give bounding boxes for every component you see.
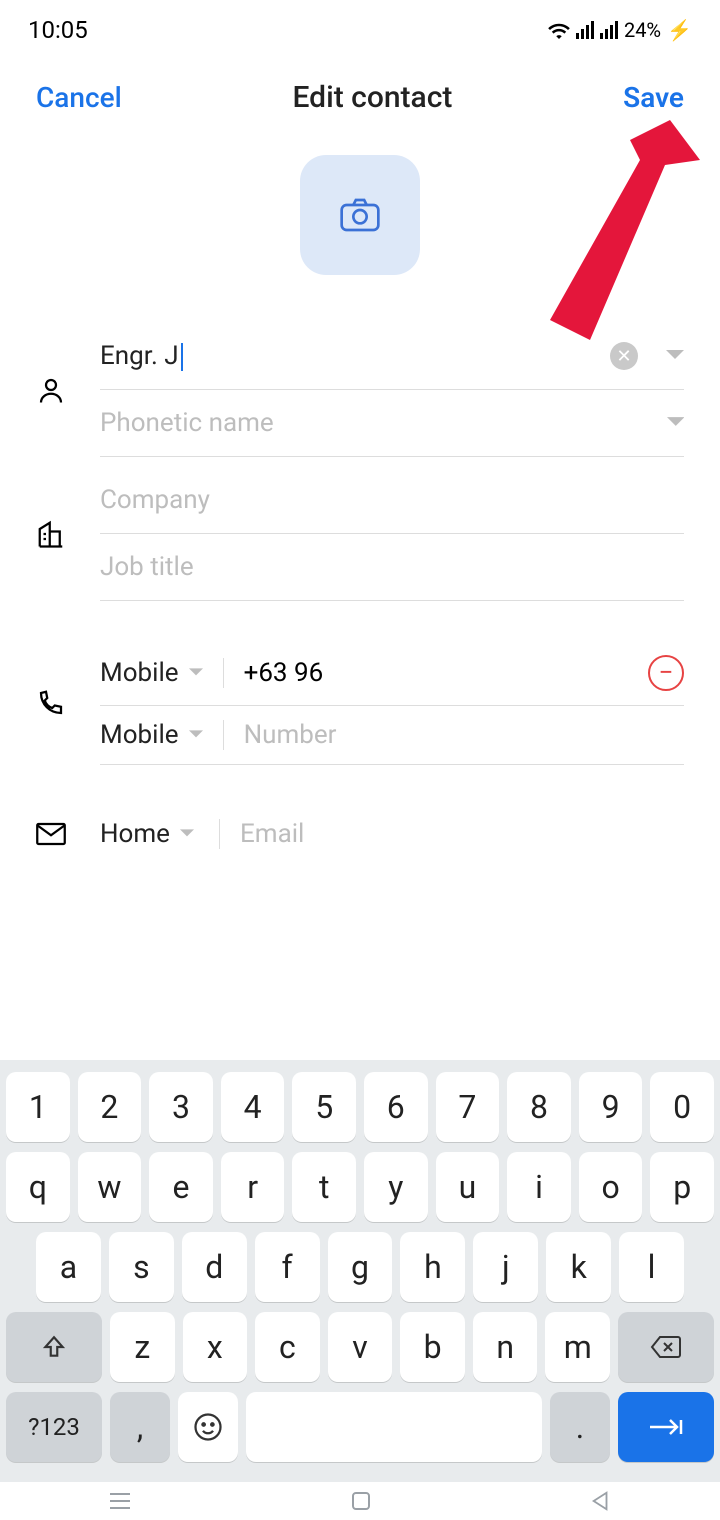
company-field[interactable] [100, 485, 684, 515]
key-4[interactable]: 4 [221, 1072, 285, 1142]
phone-type-selector[interactable]: Mobile [100, 658, 224, 688]
header: Cancel Edit contact Save [0, 60, 720, 155]
key-3[interactable]: 3 [149, 1072, 213, 1142]
contact-photo-button[interactable] [300, 155, 420, 275]
key-t[interactable]: t [292, 1152, 356, 1222]
job-title-input[interactable] [100, 534, 684, 601]
wifi-icon [548, 21, 570, 39]
status-indicators: 24% ⚡ [548, 18, 692, 42]
symbols-key[interactable]: ?123 [6, 1392, 102, 1462]
email-type-selector[interactable]: Home [100, 819, 220, 849]
chevron-down-icon[interactable] [666, 350, 684, 362]
shift-icon [41, 1334, 67, 1360]
home-button[interactable] [349, 1489, 373, 1513]
phone-number-input[interactable] [244, 658, 648, 688]
key-d[interactable]: d [182, 1232, 247, 1302]
name-value: Engr. J [100, 341, 179, 371]
signal-icon-2 [600, 21, 618, 39]
cancel-button[interactable]: Cancel [36, 81, 122, 114]
next-icon [648, 1417, 684, 1437]
key-0[interactable]: 0 [650, 1072, 714, 1142]
remove-phone-button[interactable]: − [648, 655, 684, 691]
phone-row-2: Mobile [100, 706, 684, 765]
android-navbar [0, 1482, 720, 1520]
emoji-key[interactable] [178, 1392, 238, 1462]
key-6[interactable]: 6 [364, 1072, 428, 1142]
page-title: Edit contact [293, 80, 453, 115]
period-key[interactable]: . [550, 1392, 610, 1462]
save-button[interactable]: Save [623, 81, 684, 114]
key-r[interactable]: r [221, 1152, 285, 1222]
enter-key[interactable] [618, 1392, 714, 1462]
back-button[interactable] [590, 1490, 612, 1512]
key-a[interactable]: a [36, 1232, 101, 1302]
key-o[interactable]: o [579, 1152, 643, 1222]
key-k[interactable]: k [546, 1232, 611, 1302]
text-cursor [181, 343, 183, 371]
camera-icon [340, 198, 380, 232]
key-c[interactable]: c [255, 1312, 320, 1382]
chevron-down-icon [180, 829, 194, 839]
key-s[interactable]: s [109, 1232, 174, 1302]
key-9[interactable]: 9 [579, 1072, 643, 1142]
status-bar: 10:05 24% ⚡ [0, 0, 720, 60]
recent-apps-button[interactable] [108, 1491, 132, 1511]
spacebar-key[interactable] [246, 1392, 542, 1462]
phone-type-selector[interactable]: Mobile [100, 720, 224, 750]
backspace-key[interactable] [618, 1312, 714, 1382]
phone-icon [36, 688, 66, 718]
key-7[interactable]: 7 [436, 1072, 500, 1142]
person-icon [36, 375, 66, 405]
status-time: 10:05 [28, 16, 88, 44]
company-input[interactable] [100, 467, 684, 534]
email-row: Home [100, 805, 684, 863]
emoji-icon [193, 1412, 223, 1442]
key-8[interactable]: 8 [507, 1072, 571, 1142]
shift-key[interactable] [6, 1312, 102, 1382]
charging-icon: ⚡ [667, 18, 692, 42]
key-l[interactable]: l [619, 1232, 684, 1302]
backspace-icon [650, 1335, 682, 1359]
key-u[interactable]: u [436, 1152, 500, 1222]
key-1[interactable]: 1 [6, 1072, 70, 1142]
job-title-field[interactable] [100, 552, 684, 582]
key-2[interactable]: 2 [78, 1072, 142, 1142]
chevron-down-icon[interactable] [667, 417, 684, 429]
building-icon [36, 519, 66, 549]
key-x[interactable]: x [183, 1312, 248, 1382]
email-icon [36, 822, 66, 846]
key-z[interactable]: z [110, 1312, 175, 1382]
key-v[interactable]: v [328, 1312, 393, 1382]
key-p[interactable]: p [650, 1152, 714, 1222]
phone-type-label: Mobile [100, 658, 179, 688]
email-input[interactable] [240, 819, 684, 849]
key-i[interactable]: i [507, 1152, 571, 1222]
key-y[interactable]: y [364, 1152, 428, 1222]
key-e[interactable]: e [149, 1152, 213, 1222]
keyboard: 1 2 3 4 5 6 7 8 9 0 q w e r t y u i o p … [0, 1060, 720, 1482]
phonetic-name-field[interactable] [100, 408, 667, 438]
phonetic-name-input[interactable] [100, 390, 684, 457]
email-type-label: Home [100, 819, 170, 849]
clear-name-button[interactable]: ✕ [610, 342, 638, 370]
phone-row-1: Mobile − [100, 641, 684, 706]
battery-percent: 24% [624, 18, 661, 42]
key-5[interactable]: 5 [292, 1072, 356, 1142]
key-h[interactable]: h [400, 1232, 465, 1302]
signal-icon [576, 21, 594, 39]
phone-number-input[interactable] [244, 720, 684, 750]
key-f[interactable]: f [255, 1232, 320, 1302]
key-m[interactable]: m [545, 1312, 610, 1382]
chevron-down-icon [189, 668, 203, 678]
comma-key[interactable]: , [110, 1392, 170, 1462]
phone-type-label: Mobile [100, 720, 179, 750]
key-q[interactable]: q [6, 1152, 70, 1222]
name-input[interactable]: Engr. J ✕ [100, 323, 684, 390]
key-b[interactable]: b [400, 1312, 465, 1382]
key-w[interactable]: w [78, 1152, 142, 1222]
key-n[interactable]: n [473, 1312, 538, 1382]
chevron-down-icon [189, 730, 203, 740]
key-j[interactable]: j [473, 1232, 538, 1302]
key-g[interactable]: g [328, 1232, 393, 1302]
